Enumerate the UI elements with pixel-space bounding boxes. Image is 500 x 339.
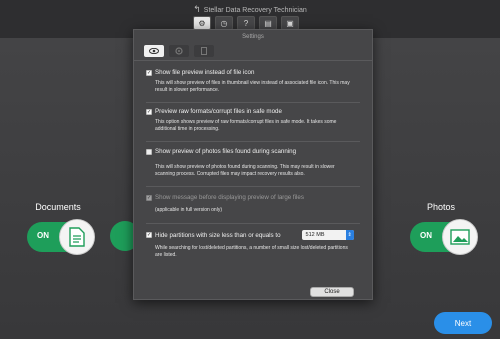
eye-icon[interactable] [144,45,164,57]
partition-size-select[interactable]: 512 MB ⇕ [301,230,354,240]
option-raw-preview: ✓ Preview raw formats/corrupt files in s… [146,108,360,133]
option-label: Show message before displaying preview o… [155,194,304,201]
close-button[interactable]: Close [310,287,354,297]
documents-toggle[interactable]: ON [27,219,95,255]
gear-icon[interactable]: ⚙ [193,16,211,30]
category-label: Documents [35,202,81,212]
settings-dialog: Settings ✓ Show file preview instead of … [133,29,373,300]
checkbox[interactable]: ✓ [146,69,152,76]
option-large-file-message: ✓ Show message before displaying preview… [146,194,360,214]
divider [146,141,360,142]
option-hide-partitions: ✓ Hide partitions with size less than or… [146,230,360,259]
toggle-label: ON [37,231,49,240]
option-description: This will show preview of files in thumb… [155,80,350,93]
document-icon [59,219,95,255]
file-icon[interactable] [194,45,214,57]
cart-icon[interactable]: ▤ [259,16,277,30]
photo-icon [442,219,478,255]
category-documents: Documents ON [18,202,98,255]
clock-icon[interactable]: ◷ [215,16,233,30]
app-title: ↰ Stellar Data Recovery Technician [0,4,500,15]
option-label: Hide partitions with size less than or e… [155,231,281,239]
category-label: Photos [426,202,456,212]
checkbox[interactable]: ✓ [146,194,152,201]
user-icon[interactable]: ▣ [281,16,299,30]
size-value: 512 MB [305,232,325,238]
divider [146,102,360,103]
back-icon[interactable]: ↰ [193,4,201,14]
app-title-text: Stellar Data Recovery Technician [203,7,307,14]
category-photos: Photos ON [401,202,481,255]
option-file-preview: ✓ Show file preview instead of file icon… [146,67,360,94]
dialog-tabs [144,45,372,57]
chevron-updown-icon[interactable]: ⇕ [345,230,354,240]
next-button[interactable]: Next [434,312,492,334]
option-label: Preview raw formats/corrupt files in saf… [155,108,282,115]
divider [146,186,360,187]
toggle-label: ON [420,231,432,240]
option-description: This option shows preview of raw formats… [155,119,337,132]
option-description: (applicable in full version only) [155,207,222,213]
dialog-title: Settings [242,34,264,40]
toolbar: ⚙ ◷ ? ▤ ▣ [193,16,299,30]
checkbox[interactable]: ✓ [146,232,152,238]
option-label: Show preview of photos files found durin… [155,148,297,155]
option-description: This will show preview of photos found d… [155,164,335,177]
help-icon[interactable]: ? [237,16,255,30]
checkbox[interactable]: ✓ [146,108,152,115]
option-label: Show file preview instead of file icon [155,69,255,76]
divider [146,223,360,224]
gear-icon[interactable] [169,45,189,57]
option-description: While searching for lost/deleted partiti… [155,245,348,258]
photos-toggle[interactable]: ON [410,219,478,255]
option-photo-scan-preview: Show preview of photos files found durin… [146,148,360,178]
options-list: ✓ Show file preview instead of file icon… [134,61,372,259]
checkbox[interactable] [146,148,152,155]
